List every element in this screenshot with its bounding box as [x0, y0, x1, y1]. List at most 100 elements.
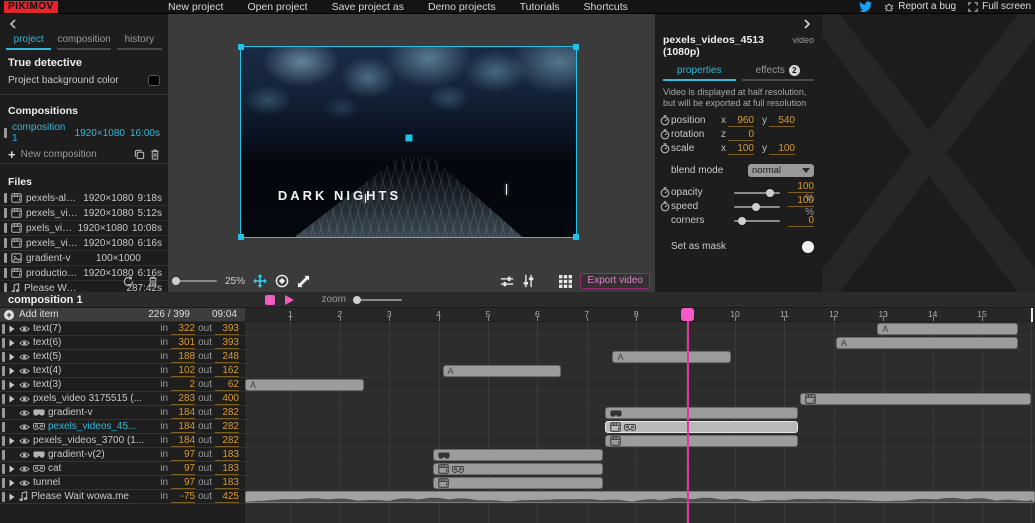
track-row[interactable]: pexels_videos_3700 (1...in184out282 [0, 434, 245, 448]
expand-arrow-icon[interactable] [8, 437, 16, 445]
vertical-guides-icon[interactable] [522, 274, 535, 288]
in-value[interactable]: 322 [171, 323, 195, 335]
stop-button[interactable] [265, 295, 275, 305]
timeline-clip-text[interactable]: A [612, 351, 731, 363]
track-row[interactable]: text(6)in301out393 [0, 336, 245, 350]
out-value[interactable]: 393 [215, 337, 239, 349]
file-list-item[interactable]: gradient-v100×1000 [0, 251, 168, 266]
track-row[interactable]: Please Wait wowa.mein-75out425 [0, 490, 245, 504]
play-button[interactable] [285, 295, 294, 305]
timeline-clip-video[interactable] [605, 435, 799, 447]
collapse-left-panel-icon[interactable] [6, 18, 20, 30]
in-value[interactable]: 184 [171, 421, 195, 433]
out-value[interactable]: 248 [215, 351, 239, 363]
plus-icon[interactable]: + [8, 151, 16, 159]
speed-value[interactable]: 100 [788, 195, 814, 207]
visibility-eye-icon[interactable] [19, 381, 30, 389]
corners-value[interactable]: 0 [788, 215, 814, 227]
visibility-eye-icon[interactable] [19, 325, 30, 333]
menu-item-new-project[interactable]: New project [168, 1, 223, 13]
track-row[interactable]: catin97out183 [0, 462, 245, 476]
out-value[interactable]: 282 [215, 435, 239, 447]
timeline-lanes[interactable]: 123456789101112131415 AAAAA [245, 308, 1035, 523]
in-value[interactable]: 102 [171, 365, 195, 377]
out-value[interactable]: 183 [215, 477, 239, 489]
visibility-eye-icon[interactable] [19, 339, 30, 347]
in-value[interactable]: 97 [171, 477, 195, 489]
in-value[interactable]: 2 [171, 379, 195, 391]
track-row[interactable]: text(7)in322out393 [0, 322, 245, 336]
track-row[interactable]: text(4)in102out162 [0, 364, 245, 378]
selection-handle-ne[interactable] [573, 44, 579, 50]
grid-toggle-icon[interactable] [559, 275, 572, 288]
timeline-clip-video[interactable] [433, 449, 603, 461]
drag-handle[interactable] [2, 394, 5, 404]
drag-handle[interactable] [2, 422, 5, 432]
drag-handle[interactable] [4, 223, 7, 233]
rotate-tool-icon[interactable] [275, 274, 289, 288]
out-value[interactable]: 282 [215, 421, 239, 433]
rotation-z-value[interactable]: 0 [728, 129, 754, 141]
selected-layer-preview[interactable]: DARK NIGHTS [240, 46, 577, 238]
file-list-item[interactable]: pexels_videos_3...1920×10805:12s [0, 206, 168, 221]
track-name[interactable]: text(4) [33, 365, 157, 376]
drag-handle[interactable] [4, 238, 7, 248]
app-logo[interactable]: PIKIMOV [4, 1, 58, 13]
keyframe-stopwatch-icon[interactable] [659, 129, 671, 140]
visibility-eye-icon[interactable] [19, 353, 30, 361]
in-value[interactable]: 97 [171, 463, 195, 475]
track-name[interactable]: pexels_videos_45... [48, 421, 157, 432]
in-value[interactable]: -75 [171, 491, 195, 503]
viewport[interactable]: DARK NIGHTS 25% [168, 14, 655, 292]
set-as-mask-toggle[interactable] [802, 241, 814, 253]
out-value[interactable]: 282 [215, 407, 239, 419]
track-name[interactable]: cat [48, 463, 157, 474]
drag-handle[interactable] [2, 450, 5, 460]
drag-handle[interactable] [4, 253, 7, 263]
in-value[interactable]: 184 [171, 407, 195, 419]
out-value[interactable]: 393 [215, 323, 239, 335]
timeline-zoom-slider[interactable] [354, 299, 402, 301]
timeline-clip-audio[interactable] [245, 491, 1035, 503]
expand-arrow-icon[interactable] [8, 493, 16, 501]
playhead-handle[interactable] [681, 308, 694, 321]
expand-arrow-icon[interactable] [8, 325, 16, 333]
track-row[interactable]: text(5)in188out248 [0, 350, 245, 364]
drag-handle[interactable] [2, 352, 5, 362]
drag-handle[interactable] [2, 464, 5, 474]
delete-composition-icon[interactable] [150, 149, 160, 160]
visibility-eye-icon[interactable] [19, 451, 30, 459]
move-tool-icon[interactable] [253, 274, 267, 288]
in-value[interactable]: 97 [171, 449, 195, 461]
refresh-files-icon[interactable] [123, 276, 134, 287]
menu-item-tutorials[interactable]: Tutorials [520, 1, 560, 13]
speed-slider[interactable] [734, 206, 780, 208]
track-name[interactable]: text(3) [33, 379, 157, 390]
menu-item-save-project-as[interactable]: Save project as [332, 1, 404, 13]
track-name[interactable]: text(7) [33, 323, 157, 334]
out-value[interactable]: 183 [215, 463, 239, 475]
track-name[interactable]: gradient-v [48, 407, 157, 418]
track-name[interactable]: text(6) [33, 337, 157, 348]
visibility-eye-icon[interactable] [19, 409, 30, 417]
scale-x-value[interactable]: 100 [728, 143, 754, 155]
in-value[interactable]: 188 [171, 351, 195, 363]
background-color-swatch[interactable] [148, 75, 160, 86]
duplicate-composition-icon[interactable] [134, 149, 145, 160]
drag-handle[interactable] [2, 366, 5, 376]
out-value[interactable]: 400 [215, 393, 239, 405]
track-name[interactable]: pxels_video 3175515 (... [33, 393, 157, 404]
track-name[interactable]: tunnel [33, 477, 157, 488]
collapse-right-panel-icon[interactable] [800, 18, 814, 30]
expand-arrow-icon[interactable] [8, 479, 16, 487]
in-value[interactable]: 301 [171, 337, 195, 349]
full-screen-button[interactable]: Full screen [968, 1, 1031, 12]
composition-name[interactable]: composition 1 [12, 122, 70, 144]
visibility-eye-icon[interactable] [19, 367, 30, 375]
timeline-clip-video[interactable] [800, 393, 1031, 405]
drag-handle[interactable] [4, 208, 7, 218]
out-value[interactable]: 425 [215, 491, 239, 503]
out-value[interactable]: 183 [215, 449, 239, 461]
selection-handle-se[interactable] [573, 234, 579, 240]
viewport-zoom-slider[interactable] [173, 280, 217, 282]
